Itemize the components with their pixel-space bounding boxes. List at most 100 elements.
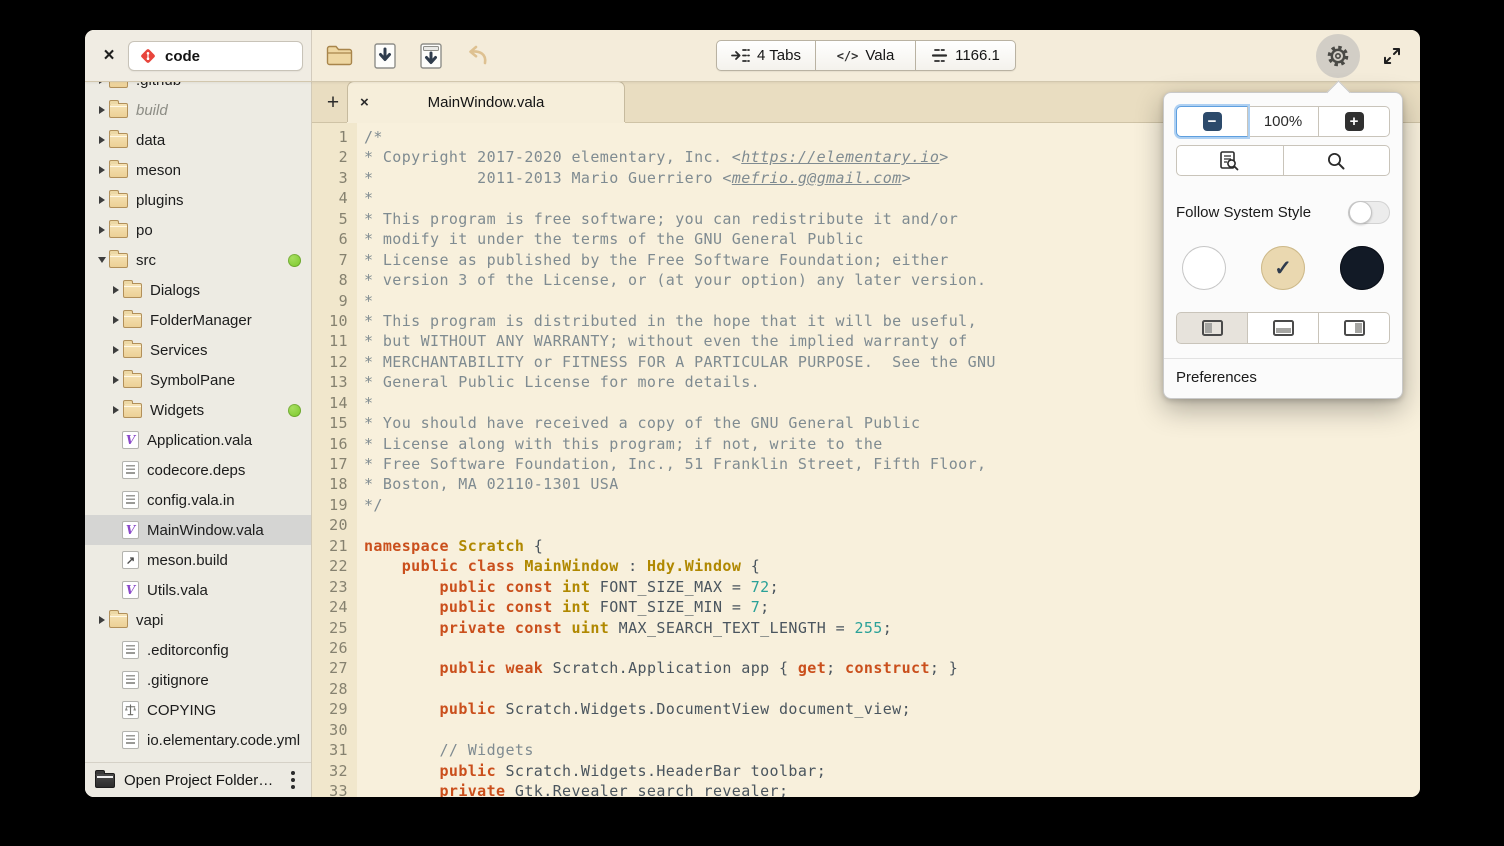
folder-icon bbox=[123, 373, 142, 388]
tree-item-meson[interactable]: meson bbox=[85, 155, 311, 185]
line-content: * MERCHANTABILITY or FITNESS FOR A PARTI… bbox=[357, 352, 996, 372]
preferences-menu-item[interactable]: Preferences bbox=[1164, 359, 1402, 398]
code-line[interactable]: 28 bbox=[312, 679, 1420, 699]
tree-item-foldermanager[interactable]: FolderManager bbox=[85, 305, 311, 335]
screenshot-stage: × code bbox=[0, 0, 1504, 846]
line-number: 29 bbox=[312, 699, 357, 719]
tree-item-copying[interactable]: COPYING bbox=[85, 695, 311, 725]
code-line[interactable]: 20 bbox=[312, 515, 1420, 535]
layout-sidebar-right-button[interactable] bbox=[1319, 312, 1390, 344]
tree-item-io-elementary-code-yml[interactable]: io.elementary.code.yml bbox=[85, 725, 311, 755]
tree-item-config-vala-in[interactable]: config.vala.in bbox=[85, 485, 311, 515]
code-line[interactable]: 27 public weak Scratch.Application app {… bbox=[312, 658, 1420, 678]
fullscreen-icon bbox=[1382, 46, 1402, 66]
zoom-in-button[interactable]: + bbox=[1319, 106, 1390, 137]
code-line[interactable]: 25 private const uint MAX_SEARCH_TEXT_LE… bbox=[312, 618, 1420, 638]
code-line[interactable]: 26 bbox=[312, 638, 1420, 658]
tree-item--editorconfig[interactable]: .editorconfig bbox=[85, 635, 311, 665]
save-as-button[interactable] bbox=[414, 39, 448, 73]
tree-item-src[interactable]: src bbox=[85, 245, 311, 275]
expander-right-icon[interactable] bbox=[95, 106, 109, 114]
tree-item-data[interactable]: data bbox=[85, 125, 311, 155]
find-in-document-button[interactable] bbox=[1176, 145, 1284, 176]
tab-mainwindow-vala[interactable]: × MainWindow.vala bbox=[347, 81, 625, 122]
tree-item-vapi[interactable]: vapi bbox=[85, 605, 311, 635]
window-close-button[interactable]: × bbox=[98, 45, 120, 67]
tree-item-widgets[interactable]: Widgets bbox=[85, 395, 311, 425]
code-line[interactable]: 21namespace Scratch { bbox=[312, 536, 1420, 556]
code-line[interactable]: 19*/ bbox=[312, 495, 1420, 515]
code-line[interactable]: 17* Free Software Foundation, Inc., 51 F… bbox=[312, 454, 1420, 474]
save-button[interactable] bbox=[368, 39, 402, 73]
settings-button[interactable] bbox=[1316, 34, 1360, 78]
layout-sidebar-left-button[interactable] bbox=[1176, 312, 1248, 344]
expander-right-icon[interactable] bbox=[109, 376, 123, 384]
expander-right-icon[interactable] bbox=[109, 346, 123, 354]
code-line[interactable]: 31 // Widgets bbox=[312, 740, 1420, 760]
tree-item-label: io.elementary.code.yml bbox=[147, 732, 300, 749]
status-badge bbox=[288, 404, 301, 417]
expander-down-icon[interactable] bbox=[95, 257, 109, 263]
code-line[interactable]: 32 public Scratch.Widgets.HeaderBar tool… bbox=[312, 761, 1420, 781]
open-file-button[interactable] bbox=[322, 39, 356, 73]
tree-item-po[interactable]: po bbox=[85, 215, 311, 245]
style-option-dark[interactable] bbox=[1340, 246, 1384, 290]
code-line[interactable]: 29 public Scratch.Widgets.DocumentView d… bbox=[312, 699, 1420, 719]
open-project-folder-row[interactable]: Open Project Folder… bbox=[85, 762, 311, 797]
expander-right-icon[interactable] bbox=[95, 616, 109, 624]
more-vertical-icon[interactable] bbox=[285, 767, 301, 793]
code-line[interactable]: 22 public class MainWindow : Hdy.Window … bbox=[312, 556, 1420, 576]
tree-item--github[interactable]: .github bbox=[85, 82, 311, 95]
expander-right-icon[interactable] bbox=[95, 166, 109, 174]
project-button[interactable]: code bbox=[128, 41, 303, 71]
code-line[interactable]: 33 private Gtk.Revealer search_revealer; bbox=[312, 781, 1420, 797]
tabs-behavior-button[interactable]: 4 Tabs bbox=[716, 40, 816, 71]
layout-panel-bottom-button[interactable] bbox=[1248, 312, 1319, 344]
expander-right-icon[interactable] bbox=[95, 226, 109, 234]
expander-right-icon[interactable] bbox=[109, 316, 123, 324]
style-option-light[interactable] bbox=[1182, 246, 1226, 290]
text-file-icon bbox=[122, 491, 139, 509]
expander-right-icon[interactable] bbox=[95, 82, 109, 84]
tree-item-build[interactable]: build bbox=[85, 95, 311, 125]
follow-system-style-toggle[interactable] bbox=[1348, 201, 1390, 224]
tree-item-plugins[interactable]: plugins bbox=[85, 185, 311, 215]
folder-icon bbox=[109, 223, 128, 238]
line-content: * Copyright 2017-2020 elementary, Inc. <… bbox=[357, 147, 949, 167]
code-line[interactable]: 30 bbox=[312, 720, 1420, 740]
folder-icon bbox=[123, 343, 142, 358]
tree-item-application-vala[interactable]: VApplication.vala bbox=[85, 425, 311, 455]
fullscreen-button[interactable] bbox=[1378, 42, 1406, 70]
tree-item-symbolpane[interactable]: SymbolPane bbox=[85, 365, 311, 395]
goto-line-button[interactable]: 1166.1 bbox=[916, 40, 1016, 71]
line-content: public Scratch.Widgets.DocumentView docu… bbox=[357, 699, 911, 719]
language-button[interactable]: </> Vala bbox=[816, 40, 916, 71]
tree-item-dialogs[interactable]: Dialogs bbox=[85, 275, 311, 305]
expander-right-icon[interactable] bbox=[109, 406, 123, 414]
code-line[interactable]: 18* Boston, MA 02110-1301 USA bbox=[312, 474, 1420, 494]
code-line[interactable]: 15* You should have received a copy of t… bbox=[312, 413, 1420, 433]
style-option-sepia[interactable]: ✓ bbox=[1261, 246, 1305, 290]
line-content: * Free Software Foundation, Inc., 51 Fra… bbox=[357, 454, 986, 474]
search-button[interactable] bbox=[1284, 145, 1391, 176]
code-line[interactable]: 16* License along with this program; if … bbox=[312, 434, 1420, 454]
tree-item-services[interactable]: Services bbox=[85, 335, 311, 365]
tree-item-mainwindow-vala[interactable]: VMainWindow.vala bbox=[85, 515, 311, 545]
tab-close-icon[interactable]: × bbox=[360, 94, 369, 111]
tree-item-utils-vala[interactable]: VUtils.vala bbox=[85, 575, 311, 605]
tree-item-meson-build[interactable]: ↗meson.build bbox=[85, 545, 311, 575]
tree-item-label: Application.vala bbox=[147, 432, 252, 449]
expander-right-icon[interactable] bbox=[109, 286, 123, 294]
undo-button[interactable] bbox=[460, 39, 494, 73]
tree-item-codecore-deps[interactable]: codecore.deps bbox=[85, 455, 311, 485]
new-tab-button[interactable]: + bbox=[320, 90, 346, 116]
code-line[interactable]: 23 public const int FONT_SIZE_MAX = 72; bbox=[312, 577, 1420, 597]
tree-item--gitignore[interactable]: .gitignore bbox=[85, 665, 311, 695]
code-line[interactable]: 24 public const int FONT_SIZE_MIN = 7; bbox=[312, 597, 1420, 617]
expander-right-icon[interactable] bbox=[95, 136, 109, 144]
zoom-level[interactable]: 100% bbox=[1248, 106, 1319, 137]
zoom-out-button[interactable]: − bbox=[1176, 106, 1248, 137]
expander-right-icon[interactable] bbox=[95, 196, 109, 204]
line-content: * This program is free software; you can… bbox=[357, 209, 958, 229]
folder-icon bbox=[123, 313, 142, 328]
